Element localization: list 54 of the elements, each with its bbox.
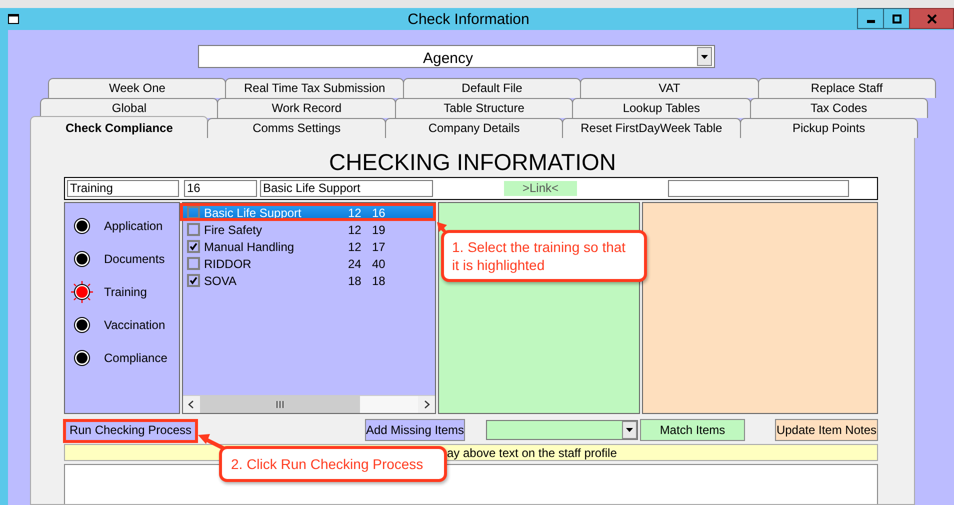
window-title: Check Information [406, 10, 530, 28]
tab[interactable]: Default File [402, 78, 582, 98]
tab[interactable]: Company Details [384, 118, 564, 138]
match-items-button[interactable]: Match Items [640, 419, 745, 441]
callout-tooltip: 1. Select the training so that it is highlighted [441, 230, 647, 282]
tab[interactable]: Pickup Points [740, 118, 918, 138]
tab[interactable]: Global [40, 98, 218, 118]
tab[interactable]: Real Time Tax Submission [225, 78, 404, 98]
tab[interactable]: Work Record [217, 98, 396, 118]
tab[interactable]: Reset FirstDayWeek Table [562, 118, 741, 138]
checkbox[interactable] [187, 206, 200, 219]
section-heading: CHECKING INFORMATION [328, 148, 616, 177]
window-icon [8, 14, 19, 24]
checkbox[interactable] [187, 274, 200, 287]
callout-tooltip: 2. Click Run Checking Process [219, 446, 447, 482]
minimize-icon [866, 20, 874, 23]
tab[interactable]: Tax Codes [750, 98, 928, 118]
list-item[interactable]: SOVA 18 18 [183, 272, 435, 289]
maximize-icon [892, 14, 902, 24]
link-button[interactable]: >Link< [504, 181, 577, 196]
tab[interactable]: Lookup Tables [572, 98, 751, 118]
minimize-button[interactable] [857, 8, 884, 29]
tab[interactable]: Replace Staff [758, 78, 936, 98]
status-label[interactable]: Application [104, 218, 163, 232]
number-field[interactable]: 16 [184, 180, 257, 197]
tab[interactable]: Check Compliance [30, 116, 208, 139]
status-label[interactable]: Compliance [104, 350, 168, 364]
horizontal-scrollbar[interactable] [183, 395, 435, 413]
checkbox[interactable] [187, 240, 200, 253]
close-button[interactable] [909, 8, 954, 29]
agency-dropdown[interactable]: Agency [198, 45, 715, 68]
close-icon [926, 14, 936, 24]
tab[interactable]: VAT [580, 78, 759, 98]
combo-box[interactable] [486, 420, 638, 440]
scrollbar-thumb[interactable] [200, 396, 360, 413]
tab[interactable]: Week One [48, 78, 226, 98]
add-missing-button[interactable]: Add Missing Items [365, 419, 465, 441]
tab[interactable]: Table Structure [394, 98, 574, 118]
list-item[interactable]: RIDDOR 24 40 [183, 255, 435, 272]
text-field[interactable] [668, 180, 849, 197]
tab[interactable]: Comms Settings [207, 118, 386, 138]
status-label[interactable]: Vaccination [104, 318, 166, 332]
checkbox[interactable] [187, 223, 200, 236]
status-label[interactable]: Documents [104, 252, 165, 266]
status-label[interactable]: Training [104, 284, 147, 298]
update-notes-button[interactable]: Update Item Notes [775, 419, 878, 441]
list-item[interactable]: Fire Safety 12 19 [183, 221, 435, 238]
category-field[interactable]: Training [67, 180, 179, 197]
checkbox[interactable] [187, 257, 200, 270]
list-item[interactable]: Manual Handling 12 17 [183, 238, 435, 255]
callout-arrow [437, 222, 447, 232]
item-field[interactable]: Basic Life Support [260, 180, 433, 197]
note-text: ay above text on the staff profile [447, 446, 617, 460]
maximize-button[interactable] [883, 8, 910, 29]
